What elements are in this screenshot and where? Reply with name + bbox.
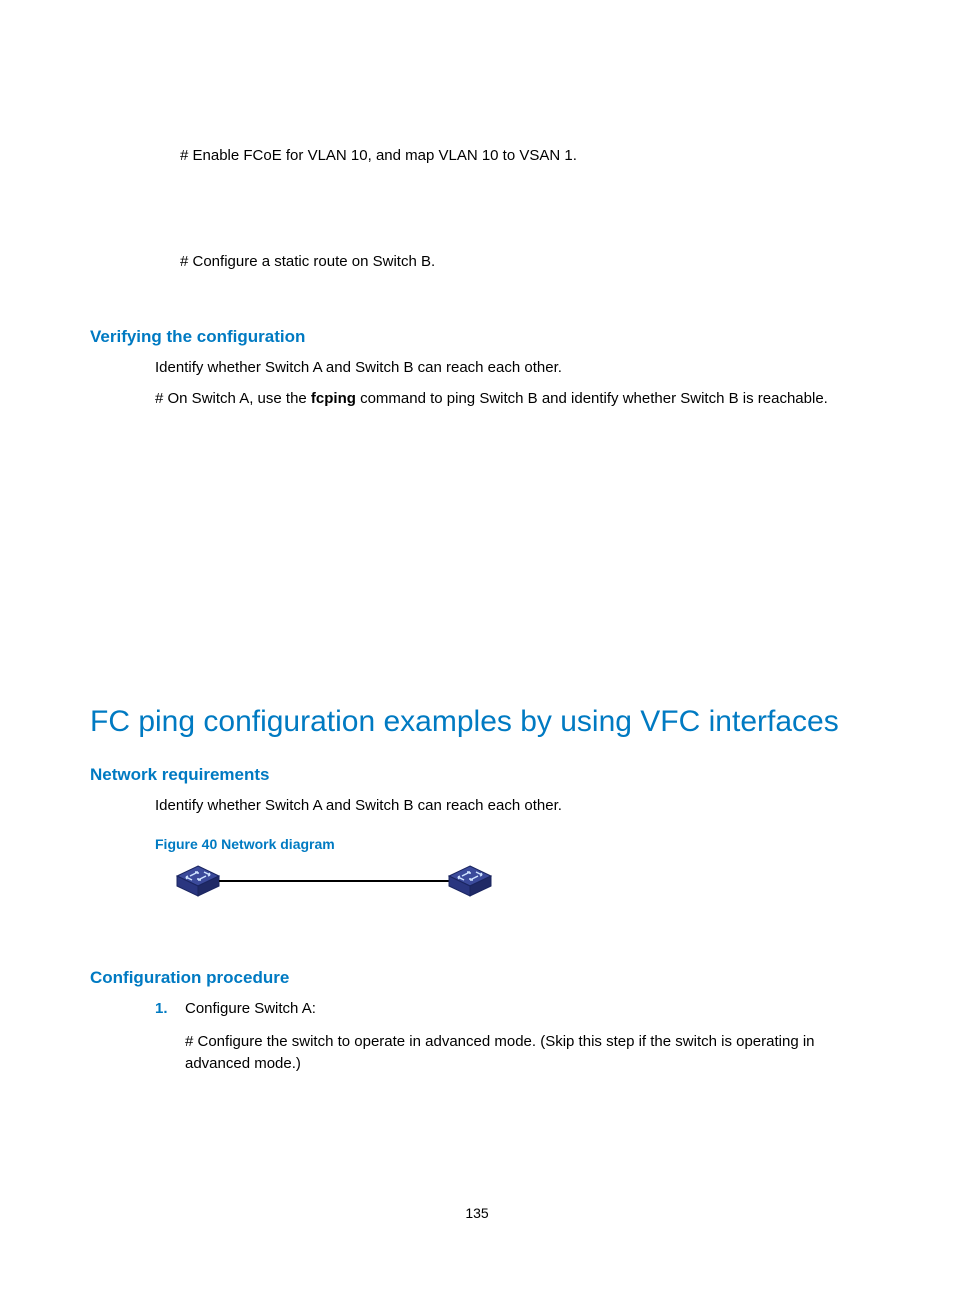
config-comment: # Enable FCoE for VLAN 10, and map VLAN … — [180, 145, 864, 166]
section-heading-verifying: Verifying the configuration — [90, 327, 864, 347]
step-substep: # Configure the switch to operate in adv… — [185, 1031, 864, 1076]
procedure-step: 1. Configure Switch A: — [155, 998, 864, 1021]
step-text: Configure Switch A: — [185, 998, 864, 1021]
step-number: 1. — [155, 998, 185, 1021]
switch-icon — [447, 864, 493, 898]
section-heading-config-proc: Configuration procedure — [90, 968, 864, 988]
body-text: Identify whether Switch A and Switch B c… — [155, 795, 864, 816]
body-text: Identify whether Switch A and Switch B c… — [155, 357, 864, 378]
figure-caption: Figure 40 Network diagram — [155, 836, 864, 852]
body-text: # On Switch A, use the fcping command to… — [155, 388, 864, 409]
text-fragment: command to ping Switch B and identify wh… — [356, 390, 828, 407]
config-comment: # Configure a static route on Switch B. — [180, 251, 864, 272]
page-number: 135 — [0, 1205, 954, 1221]
network-diagram — [175, 864, 864, 898]
page-title: FC ping configuration examples by using … — [90, 704, 864, 740]
command-name: fcping — [311, 390, 356, 407]
text-fragment: # On Switch A, use the — [155, 390, 311, 407]
section-heading-network-req: Network requirements — [90, 765, 864, 785]
switch-icon — [175, 864, 221, 898]
connection-line — [219, 880, 449, 882]
